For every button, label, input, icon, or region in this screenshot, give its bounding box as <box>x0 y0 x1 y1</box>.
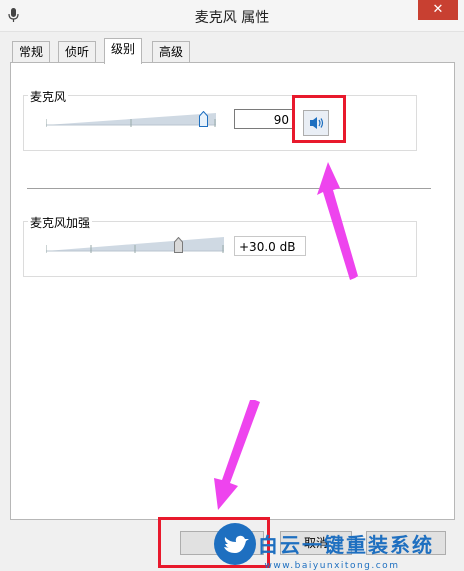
tab-advanced[interactable]: 高级 <box>152 41 191 62</box>
microphone-level-slider[interactable] <box>46 109 216 129</box>
separator <box>27 188 431 189</box>
watermark-url: www.baiyunxitong.com <box>265 561 400 571</box>
close-button[interactable]: ✕ <box>418 0 458 20</box>
tab-levels[interactable]: 级别 <box>104 38 143 64</box>
microphone-boost-value: +30.0 dB <box>234 236 306 256</box>
tab-listen[interactable]: 侦听 <box>58 41 97 62</box>
boost-slider-thumb[interactable] <box>174 237 183 253</box>
title-bar: 麦克风 属性 ✕ <box>0 0 464 32</box>
microphone-label: 麦克风 <box>28 88 69 105</box>
microphone-level-input[interactable]: 90 <box>234 109 294 129</box>
microphone-slider-thumb[interactable] <box>199 111 208 127</box>
levels-panel: 麦克风 90 麦克风加强 +30.0 dB <box>10 62 455 520</box>
watermark: 白云一键重装系统 www.baiyunxitong.com <box>214 523 434 571</box>
window-title: 麦克风 属性 <box>194 10 270 26</box>
microphone-boost-slider[interactable] <box>46 235 224 255</box>
highlight-box-mute <box>292 95 346 143</box>
microphone-boost-label: 麦克风加强 <box>28 214 93 231</box>
tab-general[interactable]: 常规 <box>12 41 51 62</box>
watermark-brand: 白云一键重装系统 <box>258 533 434 557</box>
